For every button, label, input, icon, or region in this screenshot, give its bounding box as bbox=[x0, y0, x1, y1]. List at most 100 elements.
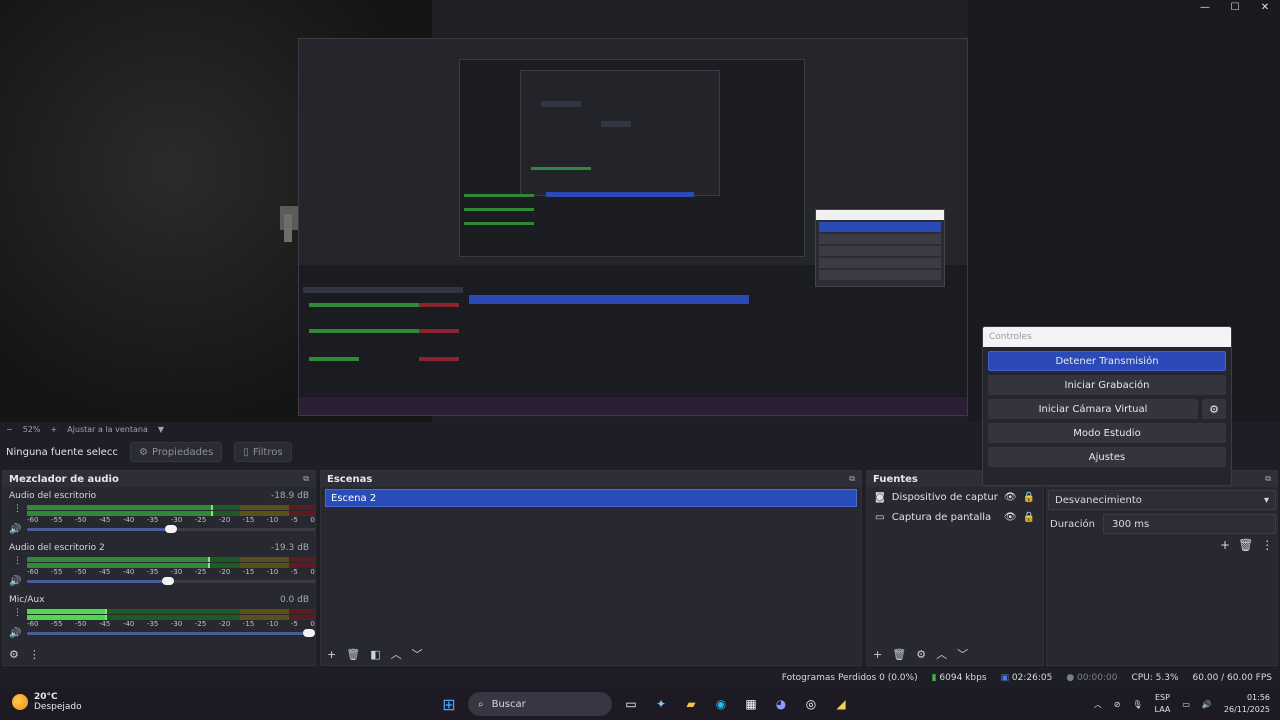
scene-filters-button[interactable]: ◧ bbox=[370, 648, 380, 661]
undock-icon[interactable]: ⧉ bbox=[303, 474, 309, 484]
volume-slider[interactable] bbox=[27, 629, 315, 637]
scale-tick: -55 bbox=[50, 568, 63, 576]
add-transition-button[interactable]: + bbox=[1220, 538, 1230, 552]
scale-tick: 0 bbox=[310, 568, 315, 576]
copilot-icon[interactable]: ✦ bbox=[650, 693, 672, 715]
store-icon[interactable]: ▦ bbox=[740, 693, 762, 715]
move-up-button[interactable]: ︿ bbox=[391, 646, 402, 662]
scale-tick: -25 bbox=[194, 568, 207, 576]
volume-icon[interactable]: 🔊 bbox=[1202, 700, 1212, 709]
language-indicator[interactable]: ESP LAA bbox=[1155, 692, 1171, 716]
remove-transition-button[interactable]: 🗑 bbox=[1238, 538, 1253, 552]
lock-icon[interactable]: 🔒 bbox=[1023, 492, 1035, 503]
source-item[interactable]: ▭ Captura de pantalla 👁 🔒 bbox=[867, 507, 1043, 527]
scale-tick: 0 bbox=[310, 516, 315, 524]
gear-icon[interactable]: ⚙ bbox=[1202, 399, 1226, 419]
advanced-audio-icon[interactable]: ⚙ bbox=[9, 648, 19, 661]
scale-tick: -40 bbox=[122, 620, 135, 628]
channel-menu-icon[interactable]: ⋮ bbox=[13, 609, 22, 618]
edge-icon[interactable]: ◉ bbox=[710, 693, 732, 715]
obs-icon[interactable]: ◎ bbox=[800, 693, 822, 715]
remove-source-button[interactable]: 🗑 bbox=[892, 648, 906, 661]
no-source-label: Ninguna fuente seleccionad bbox=[6, 446, 118, 458]
settings-button[interactable]: Ajustes bbox=[988, 447, 1226, 467]
scale-tick: -10 bbox=[266, 620, 279, 628]
channel-menu-icon[interactable]: ⋮ bbox=[13, 505, 22, 514]
transition-select[interactable]: Desvanecimiento ▾ bbox=[1048, 490, 1276, 510]
chevron-down-icon[interactable]: ▼ bbox=[158, 425, 164, 434]
scale-tick: -15 bbox=[242, 568, 255, 576]
dropped-frames: Fotogramas Perdidos 0 (0.0%) bbox=[781, 673, 918, 683]
scale-tick: -40 bbox=[122, 516, 135, 524]
network-icon[interactable]: ▭ bbox=[1182, 700, 1190, 709]
maximize-button[interactable]: ☐ bbox=[1220, 0, 1250, 14]
speaker-icon[interactable]: 🔊 bbox=[9, 628, 21, 639]
fit-window-button[interactable]: Ajustar a la ventana bbox=[67, 425, 148, 434]
remove-scene-button[interactable]: 🗑 bbox=[346, 648, 360, 661]
properties-button[interactable]: ⚙ Propiedades bbox=[130, 442, 223, 462]
scale-tick: -25 bbox=[194, 620, 207, 628]
add-scene-button[interactable]: + bbox=[327, 648, 336, 661]
discord-icon[interactable]: ◕ bbox=[770, 693, 792, 715]
taskbar-search[interactable]: ⌕ Buscar bbox=[468, 692, 612, 716]
source-properties-button[interactable]: ⚙ bbox=[916, 648, 926, 661]
visibility-icon[interactable]: 👁 bbox=[1004, 492, 1017, 503]
windows-start-icon[interactable]: ⊞ bbox=[438, 693, 460, 715]
chevron-down-icon: ▾ bbox=[1263, 494, 1269, 506]
chevron-up-icon[interactable]: ︿ bbox=[1094, 699, 1102, 710]
microphone-icon[interactable]: 🎙 bbox=[1132, 700, 1142, 709]
move-down-button[interactable]: ﹀ bbox=[957, 646, 968, 662]
zoom-in-button[interactable]: + bbox=[50, 425, 57, 434]
close-button[interactable]: ✕ bbox=[1250, 0, 1280, 14]
channel-db: 0.0 dB bbox=[279, 595, 309, 605]
move-up-button[interactable]: ︿ bbox=[936, 646, 947, 662]
source-item[interactable]: ◙ Dispositivo de captura de vide 👁 🔒 bbox=[867, 487, 1043, 507]
scale-tick: -5 bbox=[290, 568, 298, 576]
start-recording-button[interactable]: Iniciar Grabación bbox=[988, 375, 1226, 395]
filters-button[interactable]: ▯ Filtros bbox=[234, 442, 292, 462]
undock-icon[interactable]: ⧉ bbox=[1265, 474, 1271, 484]
slider-handle[interactable] bbox=[162, 577, 175, 585]
scene-item[interactable]: Escena 2 bbox=[325, 489, 857, 507]
folder-icon[interactable]: ▰ bbox=[680, 693, 702, 715]
camera-icon: ◙ bbox=[875, 491, 885, 503]
volume-slider[interactable] bbox=[27, 525, 315, 533]
duration-input[interactable]: 300 ms bbox=[1103, 514, 1276, 534]
move-down-button[interactable]: ﹀ bbox=[412, 646, 423, 662]
app-icon[interactable]: ◢ bbox=[830, 693, 852, 715]
undock-icon[interactable]: ⧉ bbox=[849, 474, 855, 484]
menu-icon[interactable]: ⋮ bbox=[1261, 538, 1273, 552]
visibility-icon[interactable]: 👁 bbox=[1004, 512, 1017, 523]
slider-handle[interactable] bbox=[303, 629, 315, 637]
add-source-button[interactable]: + bbox=[873, 648, 882, 661]
menu-icon[interactable]: ⋮ bbox=[29, 648, 40, 661]
gear-icon: ⚙ bbox=[139, 446, 148, 458]
status-bar: Fotogramas Perdidos 0 (0.0%) ▮ 6094 kbps… bbox=[0, 668, 1280, 688]
start-virtual-camera-button[interactable]: Iniciar Cámara Virtual bbox=[988, 399, 1198, 419]
scale-tick: -15 bbox=[242, 620, 255, 628]
controls-title: Controles bbox=[983, 327, 1231, 347]
task-view-icon[interactable]: ▭ bbox=[620, 693, 642, 715]
scale-tick: -55 bbox=[50, 516, 63, 524]
volume-slider[interactable] bbox=[27, 577, 315, 585]
stream-icon: ▣ bbox=[1000, 673, 1010, 683]
slider-handle[interactable] bbox=[165, 525, 177, 533]
channel-db: -18.9 dB bbox=[270, 491, 309, 501]
channel-menu-icon[interactable]: ⋮ bbox=[13, 557, 22, 566]
zoom-out-button[interactable]: − bbox=[6, 425, 13, 434]
lock-icon[interactable]: 🔒 bbox=[1023, 512, 1035, 523]
clock[interactable]: 01:56 26/11/2025 bbox=[1224, 692, 1270, 716]
speaker-icon[interactable]: 🔊 bbox=[9, 524, 21, 535]
nested-capture bbox=[298, 38, 968, 416]
stop-stream-button[interactable]: Detener Transmisión bbox=[988, 351, 1226, 371]
network-off-icon[interactable]: ⊘ bbox=[1114, 700, 1121, 709]
duration-row: Duración 300 ms bbox=[1050, 514, 1276, 534]
volume-meter bbox=[27, 609, 315, 620]
studio-mode-button[interactable]: Modo Estudio bbox=[988, 423, 1226, 443]
weather-icon bbox=[12, 694, 28, 710]
cpu-usage: CPU: 5.3% bbox=[1131, 673, 1179, 683]
weather-widget[interactable]: 20°C Despejado bbox=[12, 692, 82, 712]
minimize-button[interactable]: — bbox=[1190, 0, 1220, 14]
taskbar: 20°C Despejado ⊞ ⌕ Buscar ▭ ✦ ▰ ◉ ▦ ◕ ◎ … bbox=[0, 688, 1280, 720]
speaker-icon[interactable]: 🔊 bbox=[9, 576, 21, 587]
